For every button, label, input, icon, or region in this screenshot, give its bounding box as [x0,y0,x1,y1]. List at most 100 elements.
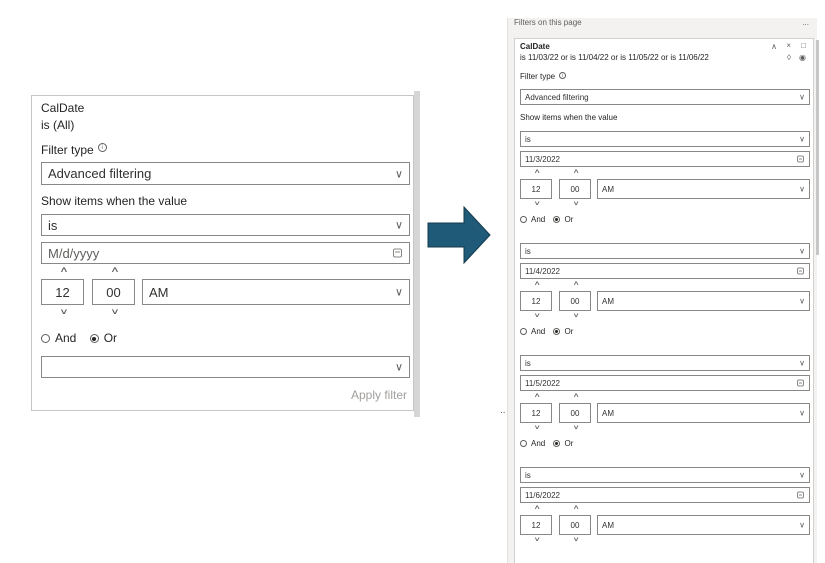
condition-value: is [525,358,531,368]
ampm-dropdown[interactable]: AM ∨ [597,179,810,199]
apply-filter-button[interactable]: Apply filter [351,388,407,402]
date-value: 11/5/2022 [525,378,560,388]
more-options-icon[interactable]: ... [802,18,809,27]
ampm-dropdown[interactable]: AM ∨ [142,279,410,305]
ampm-value: AM [602,408,614,418]
or-radio[interactable]: Or [89,331,117,345]
date-placeholder: M/d/yyyy [48,245,100,261]
info-icon: i [97,143,107,152]
hour-up-icon[interactable]: ∧ [59,265,68,274]
or-radio[interactable]: Or [553,439,573,448]
date-input[interactable]: 11/6/2022 [520,487,810,503]
minute-field[interactable]: 00 [559,515,591,535]
ampm-value: AM [602,184,614,194]
second-condition-dropdown[interactable]: ∨ [41,356,410,378]
hour-down-icon[interactable]: ∨ [534,312,541,319]
condition-dropdown[interactable]: is ∨ [520,467,810,483]
hour-field[interactable]: 12 [520,515,552,535]
condition-value: is [525,470,531,480]
left-scrollbar[interactable] [414,91,420,417]
and-radio[interactable]: And [520,215,545,224]
minute-value: 00 [570,184,580,194]
separator-dots: .. [500,405,506,416]
logic-radio-group: And Or [520,215,573,224]
hour-down-icon[interactable]: ∨ [534,424,541,431]
condition-group-4: is ∨ 11/6/2022 ∧ ∧ 12 00 AM ∨ ∨ ∨ [515,467,815,563]
condition-dropdown[interactable]: is ∨ [520,243,810,259]
condition-dropdown[interactable]: is ∨ [520,355,810,371]
hour-field[interactable]: 12 [520,179,552,199]
calendar-icon[interactable] [393,248,402,258]
condition-value: is [48,217,58,233]
or-radio[interactable]: Or [553,215,573,224]
filters-pane: Filters on this page ... CalDate ∧ × □ i… [507,18,817,563]
minute-up-icon[interactable]: ∧ [573,280,580,287]
filter-summary: is (All) [41,118,75,132]
calendar-icon[interactable] [797,155,804,163]
date-input[interactable]: M/d/yyyy [41,242,410,264]
filter-summary: is 11/03/22 or is 11/04/22 or is 11/05/2… [520,53,709,62]
show-items-label: Show items when the value [520,113,618,122]
ampm-dropdown[interactable]: AM ∨ [597,403,810,423]
close-icon[interactable]: × [786,41,791,50]
minute-down-icon[interactable]: ∨ [573,200,580,207]
filter-type-dropdown[interactable]: Advanced filtering ∨ [41,162,410,185]
and-radio[interactable]: And [41,331,76,345]
calendar-icon[interactable] [797,267,804,275]
or-radio[interactable]: Or [553,327,573,336]
right-scrollbar[interactable] [816,40,819,255]
chevron-down-icon: ∨ [799,358,805,368]
and-radio[interactable]: And [520,439,545,448]
hour-field[interactable]: 12 [41,279,84,305]
minute-down-icon[interactable]: ∨ [110,307,119,316]
minute-field[interactable]: 00 [92,279,135,305]
ampm-dropdown[interactable]: AM ∨ [597,291,810,311]
minute-field[interactable]: 00 [559,179,591,199]
eye-icon[interactable]: ◉ [799,53,806,62]
hour-up-icon[interactable]: ∧ [534,280,541,287]
hour-field[interactable]: 12 [520,291,552,311]
minute-up-icon[interactable]: ∧ [573,392,580,399]
hour-up-icon[interactable]: ∧ [534,504,541,511]
eraser-icon[interactable]: ◊ [787,53,791,62]
right-arrow-icon [427,206,491,264]
ampm-value: AM [602,296,614,306]
minute-down-icon[interactable]: ∨ [573,424,580,431]
minute-up-icon[interactable]: ∧ [573,504,580,511]
calendar-icon[interactable] [797,491,804,499]
chevron-down-icon: ∨ [799,92,805,102]
minute-field[interactable]: 00 [559,291,591,311]
hour-up-icon[interactable]: ∧ [534,392,541,399]
right-filter-card: CalDate ∧ × □ is 11/03/22 or is 11/04/22… [514,38,814,563]
minute-up-icon[interactable]: ∧ [573,168,580,175]
and-radio[interactable]: And [520,327,545,336]
hour-down-icon[interactable]: ∨ [534,536,541,543]
filter-type-dropdown[interactable]: Advanced filtering ∨ [520,89,810,105]
hour-down-icon[interactable]: ∨ [534,200,541,207]
logic-radio-group: And Or [520,327,573,336]
date-input[interactable]: 11/5/2022 [520,375,810,391]
filter-type-value: Advanced filtering [525,92,589,102]
minute-down-icon[interactable]: ∨ [573,536,580,543]
hour-down-icon[interactable]: ∨ [59,307,68,316]
calendar-icon[interactable] [797,379,804,387]
field-name: CalDate [41,101,85,115]
minute-field[interactable]: 00 [559,403,591,423]
logic-radio-group: And Or [520,439,573,448]
date-input[interactable]: 11/3/2022 [520,151,810,167]
chevron-down-icon: ∨ [799,134,805,144]
hour-field[interactable]: 12 [520,403,552,423]
hour-up-icon[interactable]: ∧ [534,168,541,175]
chevron-down-icon: ∨ [394,286,403,299]
collapse-icon[interactable]: ∧ [771,42,777,51]
condition-dropdown[interactable]: is ∨ [520,131,810,147]
condition-value: is [525,134,531,144]
minute-down-icon[interactable]: ∨ [573,312,580,319]
minute-value: 00 [106,284,121,300]
minute-up-icon[interactable]: ∧ [110,265,119,274]
ampm-dropdown[interactable]: AM ∨ [597,515,810,535]
condition-dropdown[interactable]: is ∨ [41,214,410,236]
date-input[interactable]: 11/4/2022 [520,263,810,279]
chevron-down-icon: ∨ [394,361,403,374]
lock-icon[interactable]: □ [801,41,806,50]
